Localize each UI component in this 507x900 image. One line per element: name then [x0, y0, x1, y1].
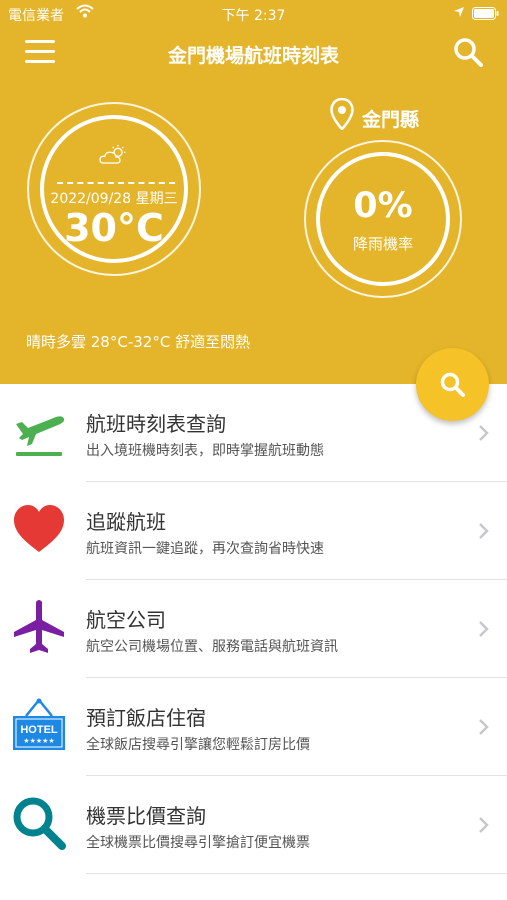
- page-title: 金門機場航班時刻表: [167, 45, 339, 67]
- location-arrow-icon: [454, 7, 464, 17]
- airplane-icon: [14, 600, 64, 653]
- list-item-airlines[interactable]: 航空公司 航空公司機場位置、服務電話與航班資訊: [0, 580, 507, 678]
- list-item-title: 機票比價查詢: [86, 804, 206, 828]
- list-item-track-flight[interactable]: 追蹤航班 航班資訊一鍵追蹤，再次查詢省時快速: [0, 482, 507, 580]
- search-icon: [440, 372, 465, 397]
- list-item-subtitle: 航空公司機場位置、服務電話與航班資訊: [86, 639, 338, 655]
- chevron-right-icon: [479, 621, 489, 637]
- hotel-sign-text: HOTEL: [20, 724, 58, 736]
- chevron-right-icon: [479, 817, 489, 833]
- heart-icon: [14, 505, 64, 552]
- list-item-subtitle: 航班資訊一鍵追蹤，再次查詢省時快速: [86, 541, 324, 557]
- battery-icon: [472, 7, 499, 20]
- header-panel: 電信業者 下午 2:37 金門機場航班時刻表 2022/09/28 星期三 30…: [0, 0, 507, 384]
- weather-summary: 晴時多雲 28°C-32°C 舒適至悶熱: [26, 333, 251, 351]
- chevron-right-icon: [479, 523, 489, 539]
- search-icon[interactable]: [452, 36, 484, 68]
- rain-percent: 0%: [353, 186, 413, 226]
- departure-plane-icon: [16, 416, 65, 456]
- hotel-sign-icon: HOTEL ★★★★★: [13, 698, 65, 750]
- magnifier-icon: [13, 797, 66, 850]
- status-bar: 電信業者 下午 2:37: [0, 0, 507, 28]
- svg-text:★★★★★: ★★★★★: [23, 737, 54, 745]
- floating-search-button[interactable]: [416, 348, 489, 421]
- list-item-title: 追蹤航班: [86, 510, 166, 534]
- weather-temperature: 30°C: [64, 206, 164, 250]
- location-name: 金門縣: [362, 109, 420, 131]
- list-item-ticket-compare[interactable]: 機票比價查詢 全球機票比價搜尋引擎搶訂便宜機票: [0, 776, 507, 874]
- dashed-divider: [57, 182, 175, 184]
- location-pin-icon: [330, 98, 354, 130]
- weather-date: 2022/09/28 星期三: [50, 191, 178, 207]
- list-item-title: 航班時刻表查詢: [86, 412, 226, 436]
- status-time: 下午 2:37: [221, 8, 286, 24]
- chevron-right-icon: [479, 425, 489, 441]
- list-item-title: 預訂飯店住宿: [86, 706, 206, 730]
- partly-cloudy-icon: [99, 145, 126, 164]
- divider: [86, 873, 507, 874]
- chevron-right-icon: [479, 719, 489, 735]
- rain-label: 降雨機率: [352, 235, 413, 253]
- list-item-hotel[interactable]: HOTEL ★★★★★ 預訂飯店住宿 全球飯店搜尋引擎讓您輕鬆訂房比價: [0, 678, 507, 776]
- list-item-title: 航空公司: [86, 608, 166, 632]
- list-item-subtitle: 全球機票比價搜尋引擎搶訂便宜機票: [86, 835, 310, 851]
- list-item-subtitle: 出入境班機時刻表，即時掌握航班動態: [86, 443, 324, 459]
- list-item-subtitle: 全球飯店搜尋引擎讓您輕鬆訂房比價: [86, 737, 310, 753]
